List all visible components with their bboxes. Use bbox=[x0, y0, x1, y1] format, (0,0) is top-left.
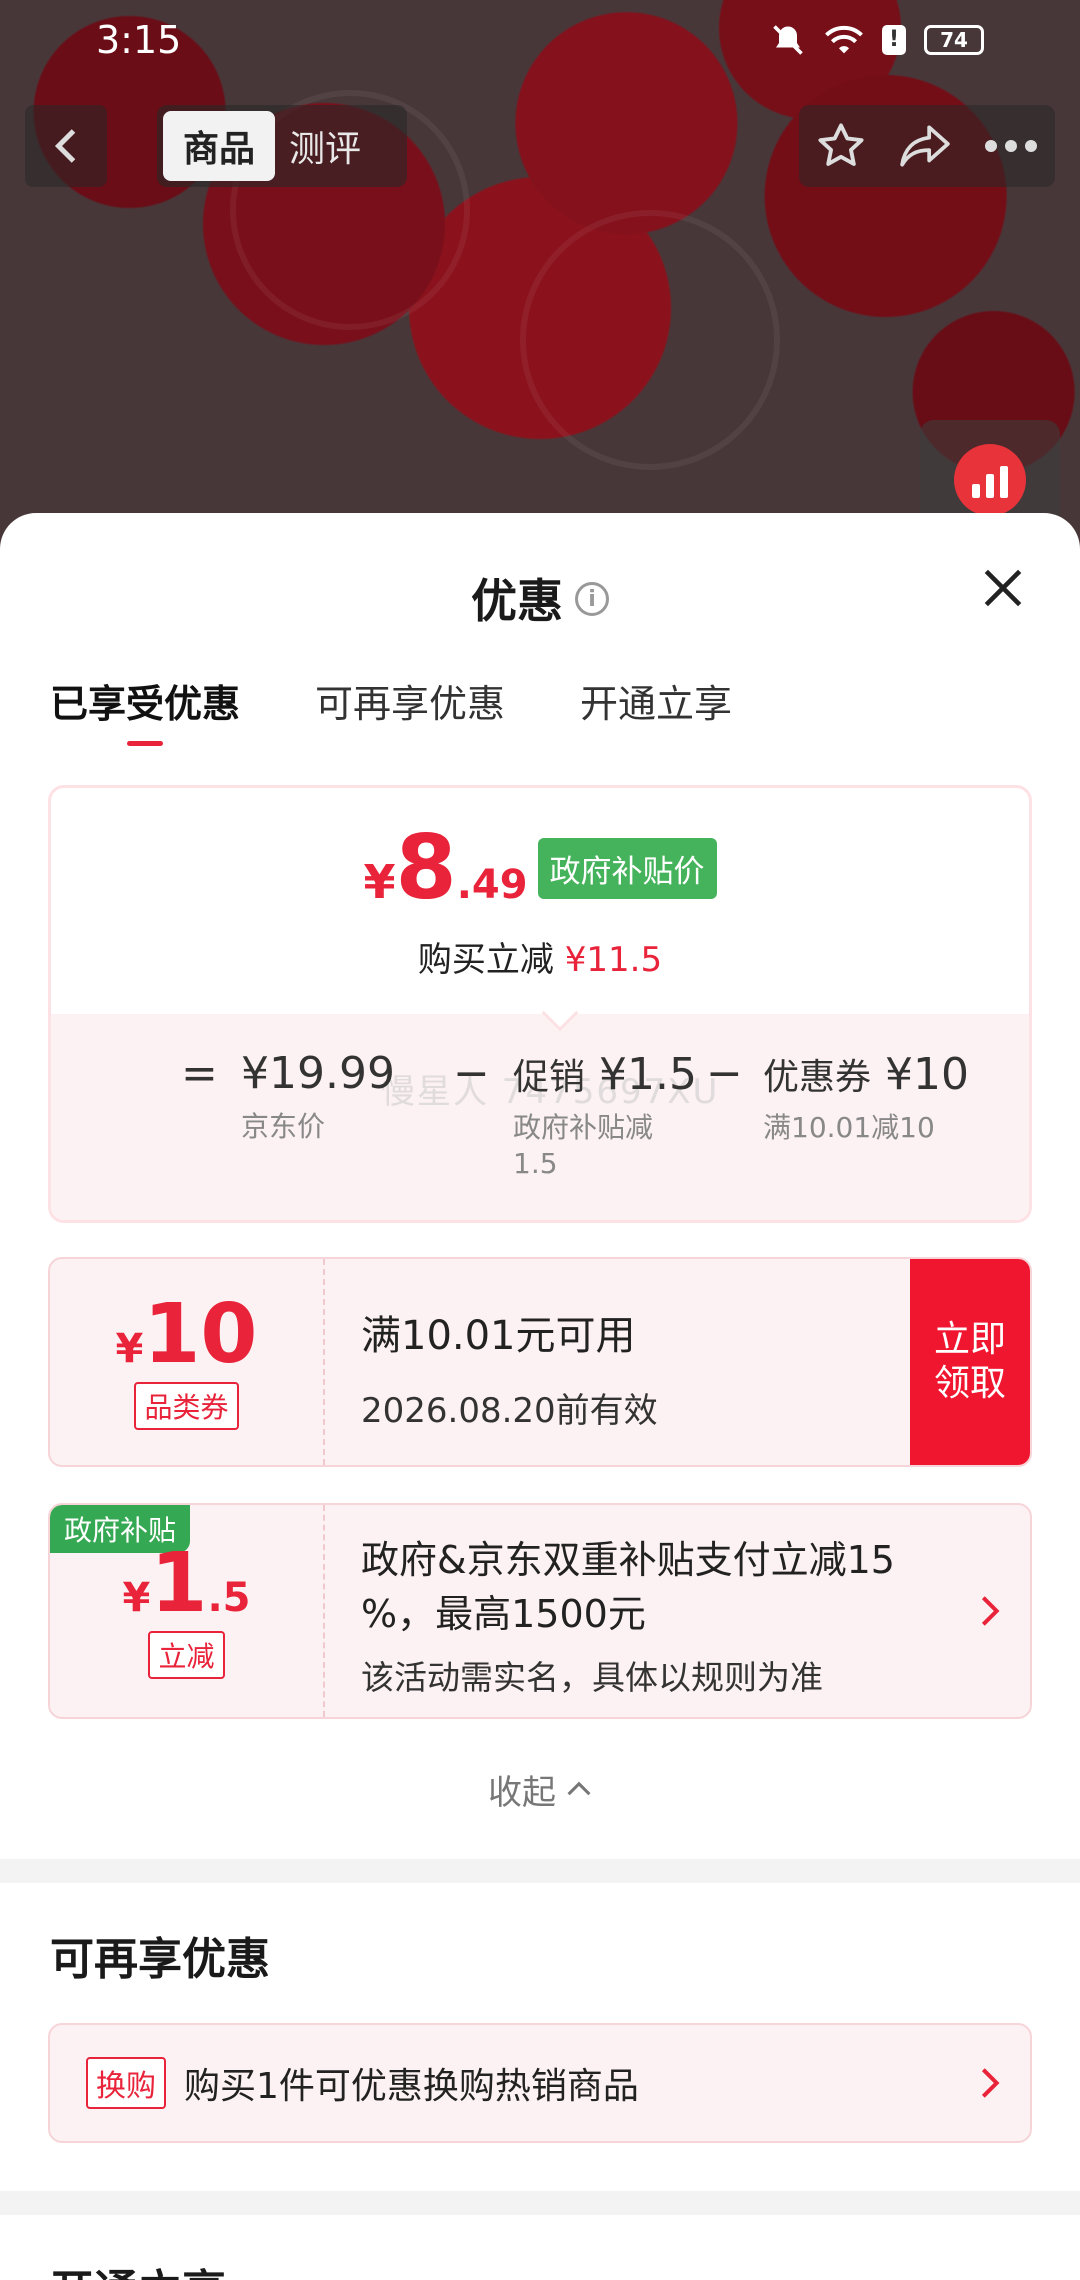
collapse-button[interactable]: 收起 bbox=[0, 1759, 1080, 1819]
price-summary-card: ¥ 8 .49 政府补贴价 购买立减 ¥11.5 慢星人 7475697XU =… bbox=[48, 785, 1032, 1223]
coupon-condition: 满10.01元可用 bbox=[361, 1313, 636, 1359]
section-divider bbox=[0, 1859, 1080, 1883]
promo-note: 政府补贴减 1.5 bbox=[513, 1110, 697, 1182]
price-breakdown: 慢星人 7475697XU = ¥19.99 京东价 − 促销 ¥1.5 政府补… bbox=[51, 994, 1029, 1220]
section-divider bbox=[0, 2191, 1080, 2215]
chevron-left-icon bbox=[54, 129, 76, 163]
tab-product[interactable]: 商品 bbox=[163, 111, 276, 181]
subsidy-details: 政府&京东双重补贴支付立减15 %，最高1500元 该活动需实名，具体以规则为准 bbox=[325, 1505, 950, 1717]
chevron-up-icon bbox=[567, 1781, 591, 1796]
final-price: ¥ 8 .49 政府补贴价 bbox=[363, 816, 717, 919]
sheet-header: 优惠 i bbox=[0, 513, 1080, 663]
minus-sign: − bbox=[706, 1048, 743, 1099]
wifi-icon bbox=[825, 25, 863, 54]
coupon-value: 优惠券 ¥10 bbox=[763, 1048, 969, 1100]
category-coupon: ¥ 10 品类券 满10.01元可用 2026.08.20前有效 立即 领取 bbox=[48, 1257, 1032, 1467]
discount-tabs: 已享受优惠 可再享优惠 开通立享 bbox=[0, 663, 1080, 763]
jd-price-value: ¥19.99 bbox=[241, 1048, 395, 1099]
subsidy-description-line2: %，最高1500元 bbox=[361, 1592, 646, 1636]
coupon-expiry: 2026.08.20前有效 bbox=[361, 1391, 658, 1431]
coupon-details: 满10.01元可用 2026.08.20前有效 bbox=[325, 1259, 910, 1465]
equals-sign: = bbox=[181, 1048, 218, 1099]
price-integer: 8 bbox=[395, 816, 457, 919]
final-price-block: ¥ 8 .49 政府补贴价 购买立减 ¥11.5 bbox=[51, 788, 1029, 1014]
subsidy-face-value: ¥ 1 .5 bbox=[123, 1543, 251, 1625]
currency-symbol: ¥ bbox=[363, 855, 396, 909]
subsidy-type-tag: 立减 bbox=[148, 1631, 225, 1679]
coupon-item: 优惠券 ¥10 满10.01减10 bbox=[763, 1048, 969, 1146]
jd-price-label: 京东价 bbox=[241, 1110, 326, 1143]
gov-subsidy-offer[interactable]: 政府补贴 ¥ 1 .5 立减 政府&京东双重补贴支付立减15 %，最高1500元… bbox=[48, 1503, 1032, 1719]
swap-tag: 换购 bbox=[86, 2057, 166, 2109]
status-icons: ! 74 bbox=[770, 22, 984, 58]
subsidy-chevron bbox=[950, 1505, 1030, 1717]
tab-instant[interactable]: 开通立享 bbox=[580, 663, 732, 728]
more-icon[interactable] bbox=[983, 138, 1039, 154]
coupon-amount: 10 bbox=[143, 1287, 258, 1382]
bar-chart-icon bbox=[954, 444, 1026, 516]
coupon-type-tag: 品类券 bbox=[134, 1382, 239, 1430]
currency-symbol: ¥ bbox=[122, 1575, 151, 1621]
chevron-right-icon bbox=[981, 1596, 1000, 1626]
info-icon[interactable]: i bbox=[575, 582, 609, 616]
share-icon[interactable] bbox=[898, 121, 952, 171]
currency-symbol: ¥ bbox=[115, 1326, 144, 1372]
tab-more-offers[interactable]: 可再享优惠 bbox=[315, 663, 505, 728]
more-offers-title: 可再享优惠 bbox=[50, 1934, 270, 1985]
battery-icon: 74 bbox=[924, 25, 984, 55]
status-time: 3:15 bbox=[96, 18, 182, 62]
subsidy-description: 政府&京东双重补贴支付立减15 %，最高1500元 bbox=[361, 1533, 940, 1641]
reduction-amount: ¥11.5 bbox=[564, 940, 663, 980]
promo-amount: ¥1.5 bbox=[599, 1049, 697, 1100]
promo-label: 促销 bbox=[513, 1057, 586, 1098]
reduction-label: 购买立减 bbox=[417, 940, 554, 980]
minus-sign: − bbox=[453, 1048, 490, 1099]
jd-price-item: ¥19.99 京东价 bbox=[241, 1048, 395, 1145]
subsidy-description-line1: 政府&京东双重补贴支付立减15 bbox=[361, 1538, 895, 1582]
subsidy-decimal: .5 bbox=[207, 1575, 251, 1621]
chevron-right-icon bbox=[981, 2068, 1000, 2098]
instant-title: 开通立享 bbox=[0, 2215, 1080, 2280]
coupon-value-block: ¥ 10 品类券 bbox=[50, 1259, 325, 1465]
collapse-label: 收起 bbox=[488, 1772, 556, 1813]
coupon-condition: 满10.01减10 bbox=[763, 1111, 935, 1144]
rose-petal-outline bbox=[520, 210, 780, 470]
back-button[interactable] bbox=[25, 105, 107, 187]
battery-level: 74 bbox=[940, 28, 968, 52]
status-bar: 3:15 ! 74 bbox=[0, 0, 1080, 80]
purchase-reduction: 购买立减 ¥11.5 bbox=[418, 932, 662, 981]
top-nav: 商品 测评 bbox=[25, 105, 1055, 187]
coupon-amount: ¥10 bbox=[885, 1049, 969, 1100]
swap-chevron bbox=[950, 2066, 1030, 2100]
alert-icon: ! bbox=[882, 25, 906, 55]
discount-sheet: 优惠 i 已享受优惠 可再享优惠 开通立享 ¥ 8 .49 政府补贴价 购买立减… bbox=[0, 513, 1080, 2280]
promo-item: 促销 ¥1.5 政府补贴减 1.5 bbox=[513, 1048, 697, 1182]
tab-review[interactable]: 测评 bbox=[289, 120, 361, 172]
product-image bbox=[0, 0, 1080, 560]
swap-offer-row[interactable]: 换购 购买1件可优惠换购热销商品 bbox=[48, 2023, 1032, 2143]
sheet-title: 优惠 bbox=[471, 574, 563, 628]
subsidy-value-block: ¥ 1 .5 立减 bbox=[50, 1505, 325, 1717]
promo-value: 促销 ¥1.5 bbox=[513, 1048, 697, 1100]
claim-coupon-button[interactable]: 立即 领取 bbox=[910, 1259, 1030, 1465]
page-tabs: 商品 测评 bbox=[157, 105, 407, 187]
claim-button-line1: 立即 bbox=[933, 1319, 1006, 1360]
close-icon[interactable] bbox=[978, 563, 1028, 613]
header-actions bbox=[799, 105, 1055, 187]
gov-subsidy-price-tag: 政府补贴价 bbox=[537, 837, 717, 899]
bell-muted-icon bbox=[773, 25, 803, 55]
subsidy-integer: 1 bbox=[150, 1536, 208, 1631]
price-decimal: .49 bbox=[456, 862, 528, 908]
swap-offer-text: 购买1件可优惠换购热销商品 bbox=[184, 2066, 639, 2107]
coupon-face-value: ¥ 10 bbox=[116, 1294, 258, 1376]
promo-note-line2: 1.5 bbox=[513, 1147, 558, 1180]
star-icon[interactable] bbox=[815, 120, 867, 172]
promo-note-line1: 政府补贴减 bbox=[513, 1111, 654, 1144]
claim-button-line2: 领取 bbox=[933, 1363, 1006, 1404]
tab-enjoyed[interactable]: 已享受优惠 bbox=[50, 663, 240, 728]
coupon-label: 优惠券 bbox=[763, 1057, 872, 1098]
subsidy-note: 该活动需实名，具体以规则为准 bbox=[361, 1658, 823, 1697]
